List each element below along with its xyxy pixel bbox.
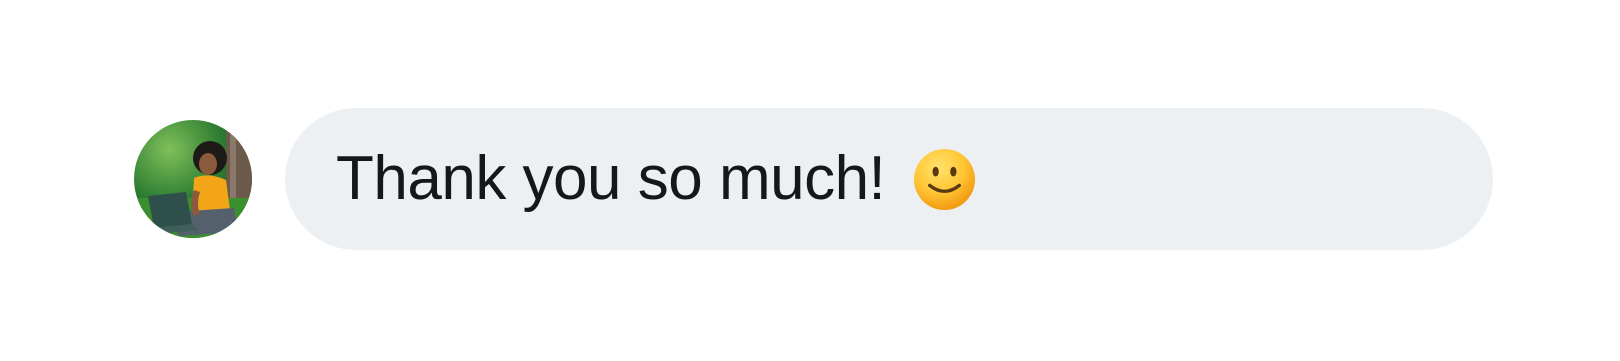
chat-message-row: Thank you so much!: [134, 108, 1493, 250]
slightly-smiling-face-icon: [913, 148, 976, 211]
avatar-photo-icon: [134, 120, 252, 238]
message-text: Thank you so much!: [336, 144, 886, 213]
avatar[interactable]: [134, 120, 252, 238]
message-bubble: Thank you so much!: [285, 108, 1493, 250]
